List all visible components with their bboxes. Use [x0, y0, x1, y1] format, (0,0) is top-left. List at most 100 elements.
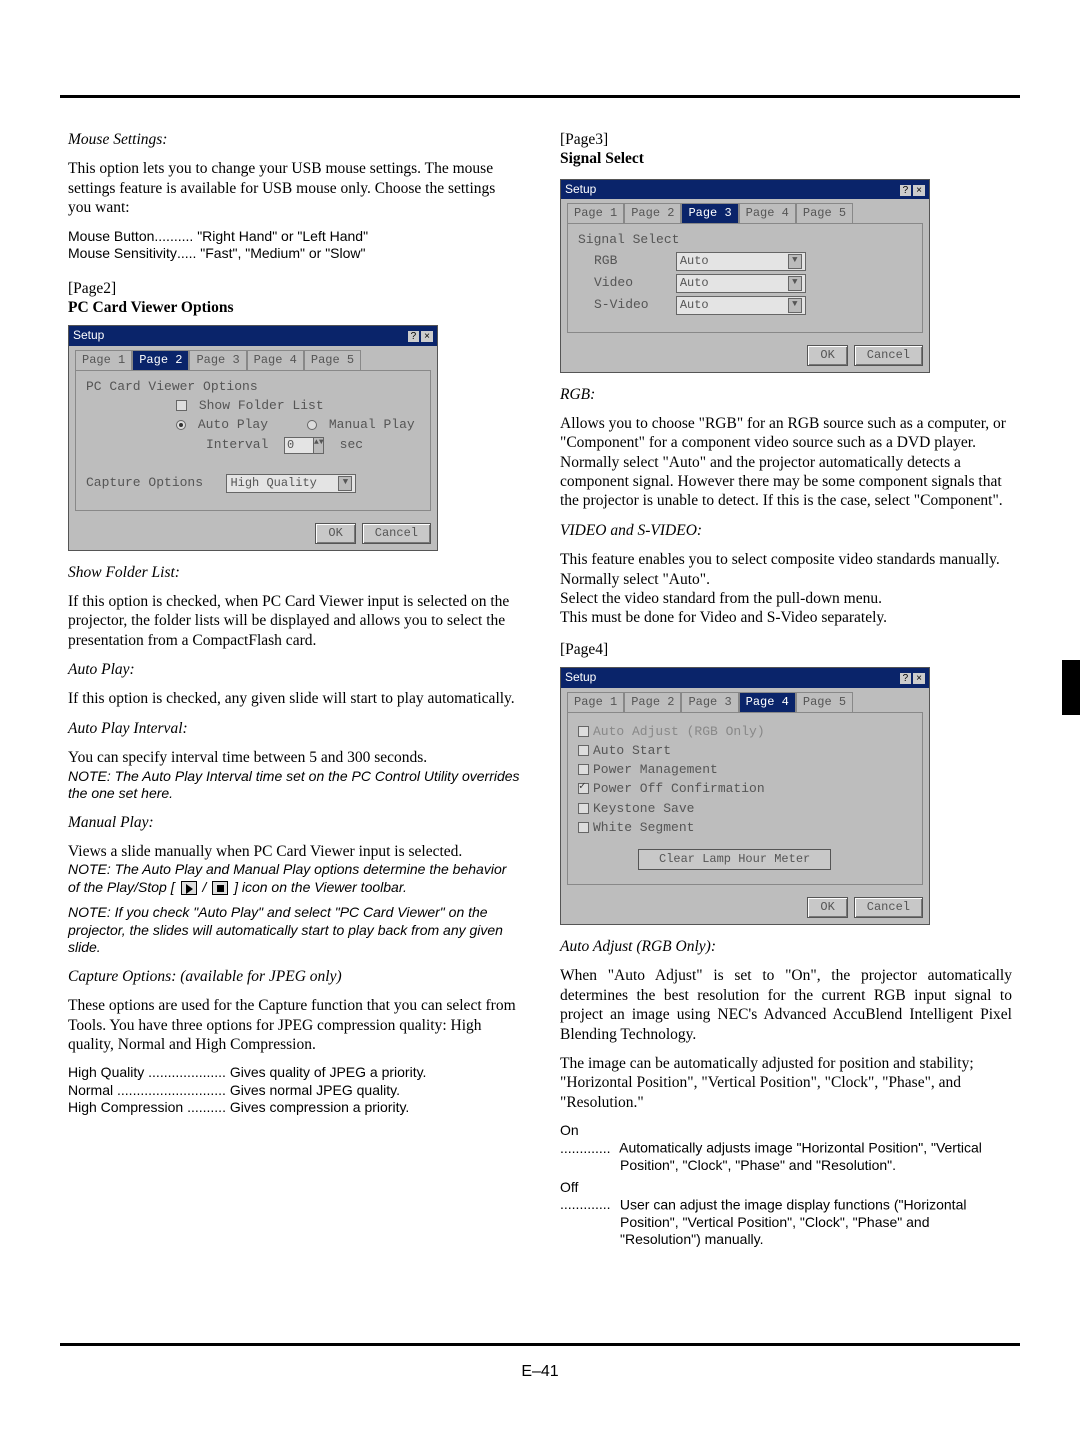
dialog2-body: PC Card Viewer Options Show Folder List …: [75, 370, 431, 511]
setup-dialog-page3: Setup ?× Page 1 Page 2 Page 3 Page 4 Pag…: [560, 179, 930, 373]
auto-adjust-off: Off ............. User can adjust the im…: [560, 1179, 1012, 1249]
ok-button[interactable]: OK: [315, 523, 355, 544]
dialog4-buttons: OK Cancel: [561, 891, 929, 924]
mouse-settings-p: This option lets you to change your USB …: [68, 159, 520, 217]
dialog3-body: Signal Select RGB Auto▼ Video Auto▼ S-Vi…: [567, 223, 923, 332]
page2-label: [Page2]: [68, 279, 520, 298]
page3-label: [Page3]: [560, 130, 1012, 149]
rgb-p: Allows you to choose "RGB" for an RGB so…: [560, 414, 1012, 511]
dialog3-buttons: OK Cancel: [561, 339, 929, 372]
power-mgmt-checkbox[interactable]: [578, 764, 589, 775]
auto-play-interval-note: NOTE: The Auto Play Interval time set on…: [68, 768, 520, 803]
capture-hc: High Compression .......... Gives compre…: [68, 1099, 520, 1117]
ok-button[interactable]: OK: [807, 345, 847, 366]
auto-play-interval-p: You can specify interval time between 5 …: [68, 748, 520, 767]
manual-play-radio[interactable]: [307, 420, 317, 430]
auto-start-checkbox[interactable]: [578, 745, 589, 756]
video-title: VIDEO and S-VIDEO:: [560, 521, 1012, 540]
keystone-save-checkbox[interactable]: [578, 803, 589, 814]
chevron-down-icon: ▼: [788, 276, 802, 291]
tab-page1[interactable]: Page 1: [567, 692, 624, 712]
tab-page1[interactable]: Page 1: [75, 350, 132, 370]
power-off-confirm-checkbox[interactable]: [578, 783, 589, 794]
capture-title: Capture Options: (available for JPEG onl…: [68, 967, 520, 986]
cancel-button[interactable]: Cancel: [362, 523, 431, 544]
dialog2-buttons: OK Cancel: [69, 517, 437, 550]
auto-adjust-p1: When "Auto Adjust" is set to "On", the p…: [560, 966, 1012, 1044]
tab-page4[interactable]: Page 4: [739, 692, 796, 712]
content: Mouse Settings: This option lets you to …: [68, 130, 1012, 1311]
video-p3: This must be done for Video and S-Video …: [560, 608, 1012, 627]
section-label: PC Card Viewer Options: [86, 379, 420, 395]
tab-page3[interactable]: Page 3: [681, 203, 738, 223]
page-number: E–41: [0, 1363, 1080, 1381]
setup-dialog-page2: Setup ?× Page 1 Page 2 Page 3 Page 4 Pag…: [68, 325, 438, 550]
video-p2: Select the video standard from the pull-…: [560, 589, 1012, 608]
capture-nm: Normal ............................ Give…: [68, 1082, 520, 1100]
dialog4-titlebar: Setup ?×: [561, 668, 929, 688]
manual-play-p: Views a slide manually when PC Card View…: [68, 842, 520, 861]
white-segment-checkbox[interactable]: [578, 822, 589, 833]
tab-page1[interactable]: Page 1: [567, 203, 624, 223]
show-folder-title: Show Folder List:: [68, 563, 520, 582]
manual-play-note1: NOTE: The Auto Play and Manual Play opti…: [68, 861, 520, 896]
capture-combo[interactable]: High Quality▼: [226, 474, 356, 493]
right-column: [Page3] Signal Select Setup ?× Page 1 Pa…: [560, 130, 1012, 1311]
manual-play-note2: NOTE: If you check "Auto Play" and selec…: [68, 904, 520, 957]
left-column: Mouse Settings: This option lets you to …: [68, 130, 520, 1311]
auto-adjust-p2: The image can be automatically adjusted …: [560, 1054, 1012, 1112]
video-combo[interactable]: Auto▼: [676, 274, 806, 293]
auto-adjust-on: On ............. Automatically adjusts i…: [560, 1122, 1012, 1175]
svideo-combo[interactable]: Auto▼: [676, 296, 806, 315]
auto-adjust-checkbox[interactable]: [578, 726, 589, 737]
capture-p: These options are used for the Capture f…: [68, 996, 520, 1054]
rgb-title: RGB:: [560, 385, 1012, 404]
tab-page5[interactable]: Page 5: [796, 692, 853, 712]
dialog2-titlebar: Setup ?×: [69, 326, 437, 346]
tab-page2[interactable]: Page 2: [624, 203, 681, 223]
capture-hq: High Quality .................... Gives …: [68, 1064, 520, 1082]
chevron-down-icon: ▼: [788, 254, 802, 269]
tab-page5[interactable]: Page 5: [304, 350, 361, 370]
chevron-down-icon: ▼: [788, 298, 802, 313]
show-folder-checkbox[interactable]: [176, 400, 187, 411]
tab-page4[interactable]: Page 4: [739, 203, 796, 223]
setup-dialog-page4: Setup ?× Page 1 Page 2 Page 3 Page 4 Pag…: [560, 667, 930, 925]
auto-play-title: Auto Play:: [68, 660, 520, 679]
tab-page3[interactable]: Page 3: [189, 350, 246, 370]
rgb-combo[interactable]: Auto▼: [676, 252, 806, 271]
interval-spinner[interactable]: 0▲▼: [284, 437, 324, 454]
ok-button[interactable]: OK: [807, 897, 847, 918]
auto-play-radio[interactable]: [176, 420, 186, 430]
page2-title: PC Card Viewer Options: [68, 298, 520, 317]
dialog4-tabs: Page 1 Page 2 Page 3 Page 4 Page 5: [561, 688, 929, 712]
play-icon: [181, 881, 197, 895]
show-folder-p: If this option is checked, when PC Card …: [68, 592, 520, 650]
tab-page4[interactable]: Page 4: [247, 350, 304, 370]
auto-play-interval-title: Auto Play Interval:: [68, 719, 520, 738]
tab-page5[interactable]: Page 5: [796, 203, 853, 223]
dialog4-body: Auto Adjust (RGB Only) Auto Start Power …: [567, 712, 923, 886]
stop-icon: [212, 881, 228, 895]
chevron-down-icon: ▼: [338, 476, 352, 491]
side-tab: [1062, 660, 1080, 715]
auto-adjust-title: Auto Adjust (RGB Only):: [560, 937, 1012, 956]
top-rule: [60, 95, 1020, 98]
cancel-button[interactable]: Cancel: [854, 897, 923, 918]
bottom-rule: [60, 1343, 1020, 1346]
auto-play-p: If this option is checked, any given sli…: [68, 689, 520, 708]
mouse-button-row: Mouse Button .......... "Right Hand" or …: [68, 228, 520, 246]
help-close-icons: ?×: [406, 328, 433, 344]
manual-play-title: Manual Play:: [68, 813, 520, 832]
cancel-button[interactable]: Cancel: [854, 345, 923, 366]
tab-page2[interactable]: Page 2: [132, 350, 189, 370]
mouse-settings-title: Mouse Settings:: [68, 130, 520, 149]
page3-title: Signal Select: [560, 149, 1012, 168]
tab-page3[interactable]: Page 3: [681, 692, 738, 712]
dialog3-tabs: Page 1 Page 2 Page 3 Page 4 Page 5: [561, 199, 929, 223]
page4-label: [Page4]: [560, 640, 1012, 659]
dialog3-titlebar: Setup ?×: [561, 180, 929, 200]
tab-page2[interactable]: Page 2: [624, 692, 681, 712]
dialog2-tabs: Page 1 Page 2 Page 3 Page 4 Page 5: [69, 346, 437, 370]
clear-lamp-button[interactable]: Clear Lamp Hour Meter: [638, 849, 831, 870]
